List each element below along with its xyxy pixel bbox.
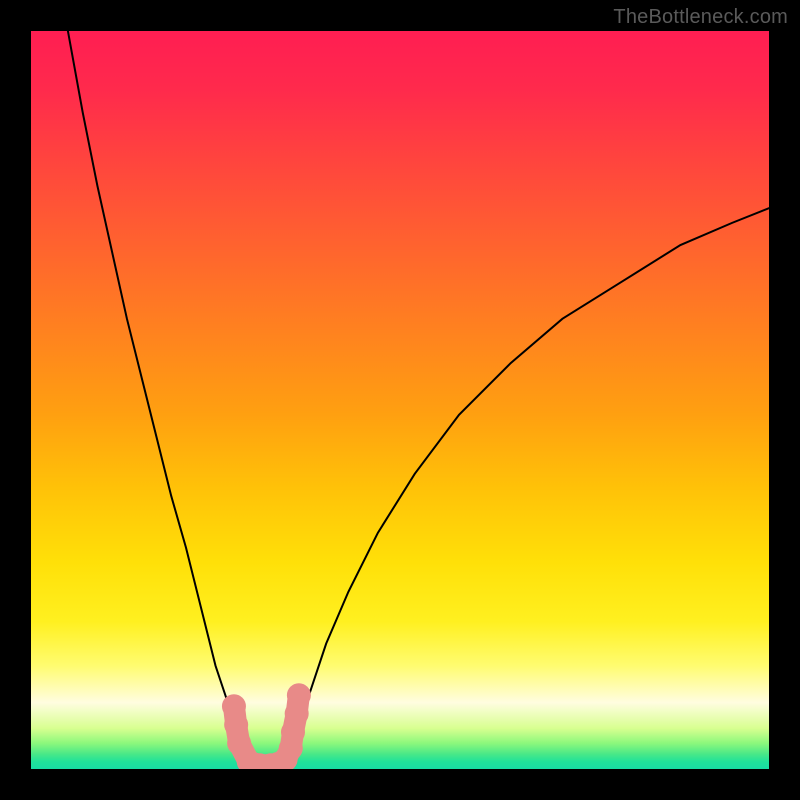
chart-svg — [31, 31, 769, 769]
chart-frame: TheBottleneck.com — [0, 0, 800, 800]
watermark-text: TheBottleneck.com — [613, 6, 788, 29]
marker-dot — [287, 683, 311, 707]
curve-left-curve — [68, 31, 253, 769]
markers-group — [222, 683, 311, 769]
curve-right-curve — [289, 208, 769, 769]
curves-group — [68, 31, 769, 769]
plot-area — [31, 31, 769, 769]
